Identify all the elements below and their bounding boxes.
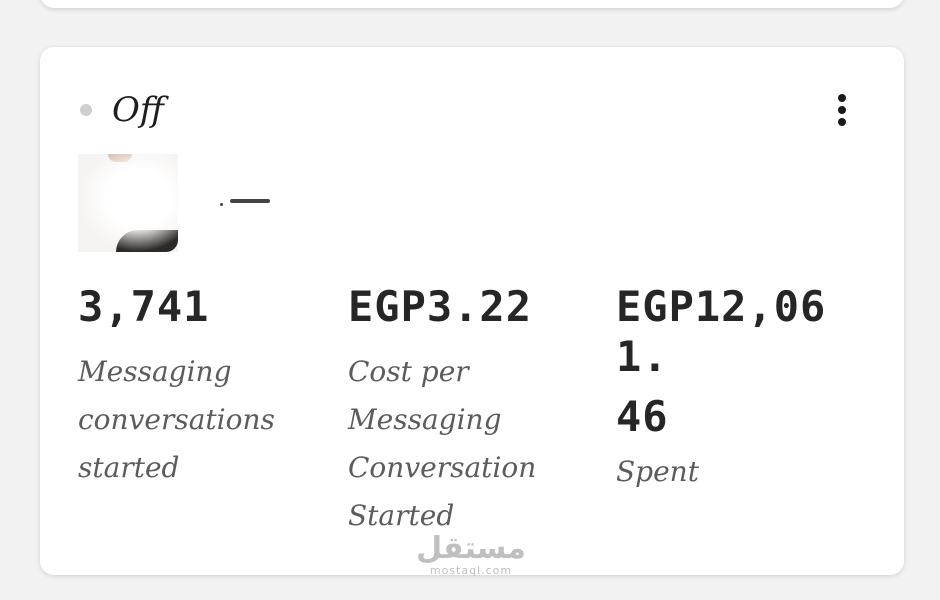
metric-label-line: started [78, 451, 180, 484]
metric-label-line: Cost per [348, 355, 469, 388]
more-vertical-icon-dot [838, 106, 846, 114]
status-dot-icon [80, 104, 92, 116]
metric-label-line: Messaging [78, 355, 232, 388]
more-options-button[interactable] [822, 90, 862, 130]
metric-conversations: 3,741 Messaging conversations started [78, 282, 308, 492]
metric-label-line: Conversation [348, 451, 537, 484]
status-indicator: Off [80, 90, 164, 130]
metric-label-line: Spent [616, 455, 699, 488]
watermark-logo-text: مستقل [416, 531, 526, 566]
metric-cost-per-conversation: EGP3.22 Cost per Messaging Conversation … [348, 282, 578, 540]
metric-spent: EGP12,061. 46 Spent [616, 282, 876, 496]
metric-value: EGP12,061. 46 [616, 282, 876, 442]
metric-label: Messaging conversations started [78, 348, 308, 492]
metrics-row: 3,741 Messaging conversations started EG… [78, 282, 878, 542]
metric-label-line: Messaging [348, 403, 502, 436]
previous-card [40, 0, 904, 8]
metric-value: EGP3.22 [348, 282, 533, 331]
watermark-url: mostaql.com [429, 564, 513, 577]
metric-value-line: 46 [616, 392, 669, 441]
campaign-name-obscured [216, 197, 276, 209]
campaign-card: Off 3,741 Messaging conversations starte… [40, 47, 904, 575]
metric-label: Cost per Messaging Conversation Started [348, 348, 578, 540]
more-vertical-icon-dot [838, 118, 846, 126]
more-vertical-icon [838, 94, 846, 102]
metric-label-line: conversations [78, 403, 275, 436]
thumbnail-blur [78, 154, 178, 252]
metric-value: 3,741 [78, 282, 210, 331]
campaign-thumbnail[interactable] [78, 154, 178, 252]
metric-value-line: EGP12,061. [616, 282, 827, 381]
watermark: مستقل mostaql.com [416, 533, 526, 577]
status-label: Off [112, 90, 164, 130]
metric-label: Spent [616, 448, 876, 496]
